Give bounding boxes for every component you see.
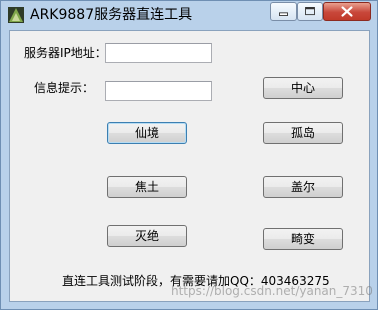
server-ip-input[interactable] <box>105 43 212 63</box>
app-icon <box>8 7 24 23</box>
close-icon <box>341 6 353 17</box>
close-button[interactable] <box>323 2 371 21</box>
xianjing-button[interactable]: 仙境 <box>107 122 187 144</box>
minimize-icon <box>279 12 288 16</box>
maximize-icon <box>305 7 315 16</box>
maximize-button[interactable] <box>297 2 323 21</box>
app-window: ARK9887服务器直连工具 服务器IP地址： 信息提示： 中心 仙境 孤岛 焦… <box>0 0 378 310</box>
client-area: 服务器IP地址： 信息提示： 中心 仙境 孤岛 焦土 盖尔 灭绝 畸变 直连工具… <box>9 30 370 302</box>
center-button[interactable]: 中心 <box>263 77 343 99</box>
jiaotu-button[interactable]: 焦土 <box>107 176 187 198</box>
watermark-text: https://blog.csdn.net/yanan_7310 <box>171 284 373 298</box>
jibian-button[interactable]: 畸变 <box>263 228 343 250</box>
gudao-button[interactable]: 孤岛 <box>263 122 343 144</box>
info-input[interactable] <box>105 81 212 101</box>
window-title: ARK9887服务器直连工具 <box>30 7 193 23</box>
title-bar[interactable]: ARK9887服务器直连工具 <box>1 1 377 29</box>
gaier-button[interactable]: 盖尔 <box>263 176 343 198</box>
info-label: 信息提示： <box>34 81 95 95</box>
server-ip-label: 服务器IP地址： <box>24 46 107 60</box>
minimize-button[interactable] <box>270 2 297 21</box>
miejue-button[interactable]: 灭绝 <box>107 225 187 247</box>
